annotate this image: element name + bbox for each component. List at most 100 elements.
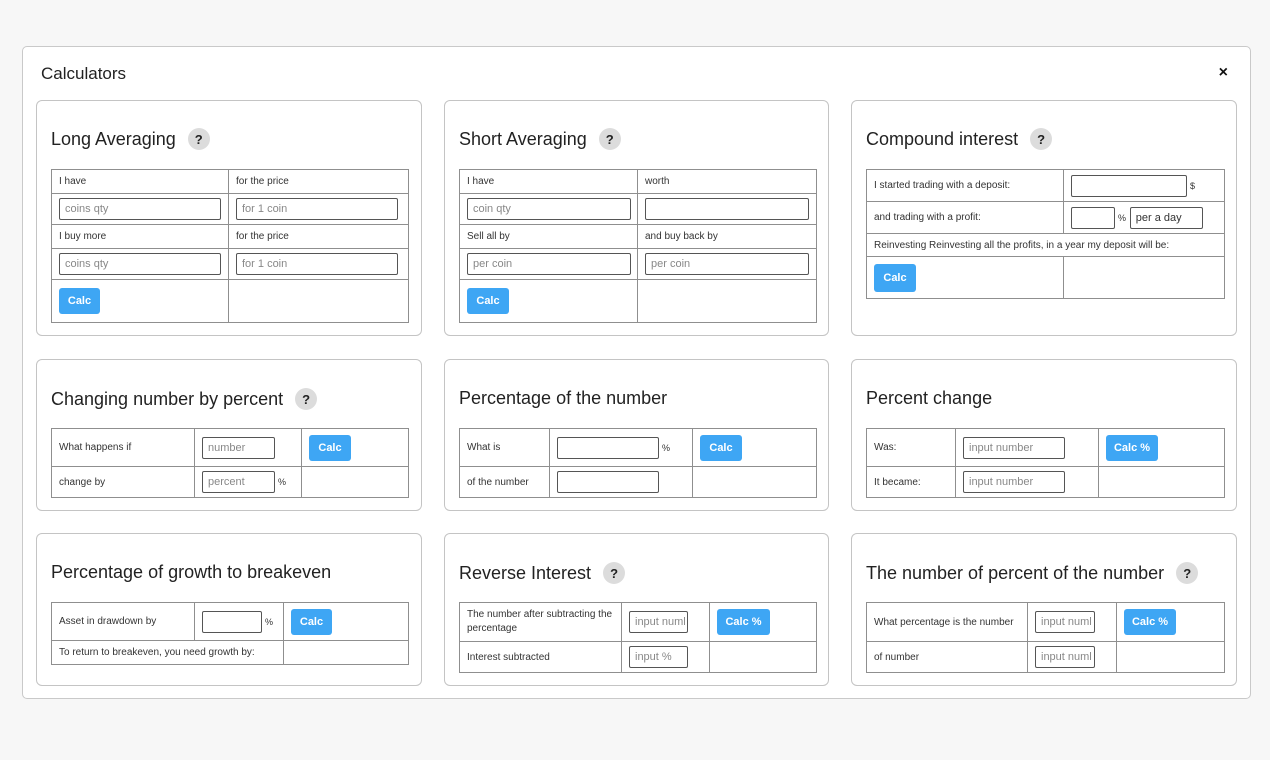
label-of-the-number: of the number [459, 466, 550, 498]
drawdown-input[interactable] [202, 610, 262, 633]
period-select[interactable]: per a day [1129, 206, 1203, 229]
percent-unit: % [278, 477, 287, 487]
percent-change-table: Was: input number Calc % It became: inpu… [866, 428, 1225, 498]
card-long-averaging: Long Averaging ? I have for the price co… [36, 100, 422, 336]
card-title: Percentage of the number [459, 388, 668, 408]
percent-input[interactable]: percent [202, 471, 275, 493]
calc-button[interactable]: Calc [309, 434, 351, 461]
reverse-interest-table: The number after subtracting the percent… [459, 602, 817, 673]
label-for-the-price: for the price [228, 169, 409, 194]
calc-percent-button[interactable]: Calc % [1124, 609, 1176, 635]
modal-title: Calculators [41, 64, 127, 83]
buy-back-price-input[interactable]: per coin [645, 253, 809, 275]
help-icon[interactable]: ? [187, 128, 210, 150]
calc-button[interactable]: Calc [467, 288, 509, 314]
result-cell [301, 466, 409, 498]
breakeven-table: Asset in drawdown by % Calc To return to… [51, 602, 409, 665]
price-input[interactable]: for 1 coin [236, 198, 398, 220]
help-icon[interactable]: ? [1176, 562, 1199, 584]
sell-price-input[interactable]: per coin [467, 253, 631, 275]
label-interest-subtracted: Interest subtracted [459, 641, 622, 673]
short-averaging-table: I have worth coin qty Sell all by and bu… [459, 169, 817, 323]
number-input[interactable]: number [202, 436, 275, 459]
result-cell [1098, 466, 1225, 498]
result-cell [709, 641, 817, 673]
result-cell [228, 279, 409, 323]
card-title: Short Averaging [459, 128, 587, 149]
calc-percent-button[interactable]: Calc % [717, 609, 770, 635]
card-reverse-interest: Reverse Interest ? The number after subt… [444, 533, 829, 686]
calc-percent-button[interactable]: Calc % [1106, 434, 1158, 461]
calc-button[interactable]: Calc [59, 288, 100, 314]
percent-unit: % [265, 616, 274, 627]
calc-button[interactable]: Calc [291, 608, 332, 635]
card-changing-number: Changing number by percent ? What happen… [36, 359, 422, 511]
close-icon[interactable]: × [1219, 65, 1228, 81]
percent-input[interactable] [557, 436, 659, 459]
help-icon[interactable]: ? [603, 562, 626, 584]
compound-interest-table: I started trading with a deposit: $ and … [866, 169, 1225, 299]
label-i-have: I have [459, 169, 638, 194]
calc-button[interactable]: Calc [700, 434, 742, 461]
card-percent-change: Percent change Was: input number Calc % … [851, 359, 1237, 511]
deposit-unit: $ [1190, 180, 1196, 191]
result-cell [637, 279, 817, 323]
coins-qty-input[interactable]: coins qty [59, 198, 221, 220]
profit-input[interactable] [1071, 206, 1115, 229]
card-percentage-of-number: Percentage of the number What is % Calc … [444, 359, 829, 511]
label-worth: worth [637, 169, 817, 194]
label-what-percentage: What percentage is the number [866, 602, 1028, 642]
became-input[interactable]: input number [963, 471, 1065, 493]
number-input[interactable] [557, 471, 659, 493]
label-i-buy-more: I buy more [51, 224, 229, 249]
label-buy-back-by: and buy back by [637, 224, 817, 249]
help-icon[interactable]: ? [295, 388, 318, 410]
card-breakeven: Percentage of growth to breakeven Asset … [36, 533, 422, 686]
label-return-breakeven: To return to breakeven, you need growth … [51, 640, 284, 665]
help-icon[interactable]: ? [1030, 128, 1053, 150]
card-short-averaging: Short Averaging ? I have worth coin qty … [444, 100, 829, 336]
label-i-have: I have [51, 169, 229, 194]
result-cell [1063, 256, 1225, 299]
card-title: Changing number by percent [51, 388, 284, 409]
number-input[interactable]: input numl [629, 611, 688, 633]
was-input[interactable]: input number [963, 436, 1065, 459]
of-number-input[interactable]: input numl [1035, 646, 1095, 668]
label-reinvest: Reinvesting Reinvesting all the profits,… [866, 233, 1225, 257]
percent-input[interactable]: input % [629, 646, 688, 668]
coin-qty-input[interactable]: coin qty [467, 198, 631, 220]
long-averaging-table: I have for the price coins qty for 1 coi… [51, 169, 409, 323]
card-title: Compound interest [866, 128, 1019, 149]
label-change-by: change by [51, 466, 195, 498]
card-title: The number of percent of the number [866, 562, 1165, 583]
label-asset-drawdown: Asset in drawdown by [51, 602, 195, 641]
more-coins-qty-input[interactable]: coins qty [59, 253, 221, 275]
help-icon[interactable]: ? [598, 128, 621, 150]
more-price-input[interactable]: for 1 coin [236, 253, 398, 275]
card-title: Percentage of growth to breakeven [51, 562, 332, 582]
deposit-input[interactable] [1071, 174, 1187, 197]
label-sell-all-by: Sell all by [459, 224, 638, 249]
changing-number-table: What happens if number Calc change by pe… [51, 428, 409, 498]
card-title: Long Averaging [51, 128, 176, 149]
label-profit: and trading with a profit: [866, 201, 1064, 234]
calculators-modal: Calculators × Long Averaging ? I have fo… [22, 46, 1251, 699]
worth-input[interactable] [645, 198, 809, 220]
number-of-percent-table: What percentage is the number input numl… [866, 602, 1225, 673]
card-title: Reverse Interest [459, 562, 592, 583]
label-of-number: of number [866, 641, 1028, 673]
card-number-of-percent: The number of percent of the number ? Wh… [851, 533, 1237, 686]
label-was: Was: [866, 428, 956, 467]
label-it-became: It became: [866, 466, 956, 498]
result-cell [692, 466, 817, 498]
label-after-subtracting: The number after subtracting the percent… [459, 602, 622, 642]
result-cell [283, 640, 409, 665]
calc-button[interactable]: Calc [874, 263, 916, 292]
result-cell [1116, 641, 1225, 673]
profit-unit: % [1118, 212, 1127, 223]
percent-unit: % [662, 442, 671, 453]
number-input[interactable]: input numl [1035, 611, 1095, 633]
label-deposit: I started trading with a deposit: [866, 169, 1064, 202]
card-title: Percent change [866, 388, 993, 408]
card-compound-interest: Compound interest ? I started trading wi… [851, 100, 1237, 336]
